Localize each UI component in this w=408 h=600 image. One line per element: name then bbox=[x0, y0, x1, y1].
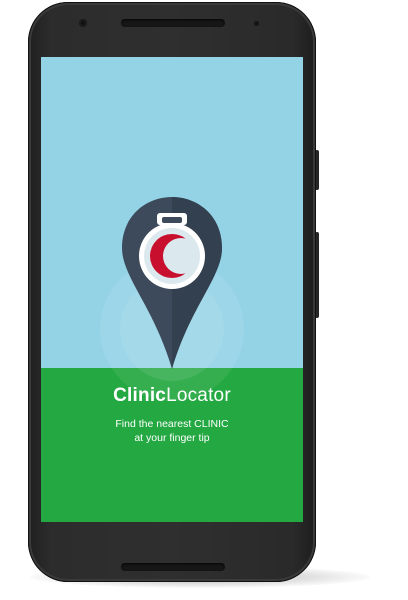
map-pin-crescent-icon bbox=[100, 197, 244, 401]
app-title-light: Locator bbox=[166, 385, 231, 406]
front-camera bbox=[79, 19, 87, 27]
bottom-speaker bbox=[121, 563, 225, 571]
tagline-line-1: Find the nearest CLINIC bbox=[115, 418, 229, 430]
badge-handle-hole bbox=[162, 217, 182, 223]
app-title: ClinicLocator bbox=[41, 385, 303, 407]
crescent-cutout bbox=[163, 238, 199, 274]
splash-screen: ClinicLocator Find the nearest CLINIC at… bbox=[41, 57, 303, 522]
device-mockup: ClinicLocator Find the nearest CLINIC at… bbox=[0, 0, 408, 600]
earpiece-speaker bbox=[121, 19, 225, 27]
tagline-line-2: at your finger tip bbox=[134, 432, 210, 444]
proximity-sensor bbox=[254, 21, 259, 26]
app-title-bold: Clinic bbox=[113, 385, 167, 406]
tagline: Find the nearest CLINIC at your finger t… bbox=[41, 417, 303, 445]
